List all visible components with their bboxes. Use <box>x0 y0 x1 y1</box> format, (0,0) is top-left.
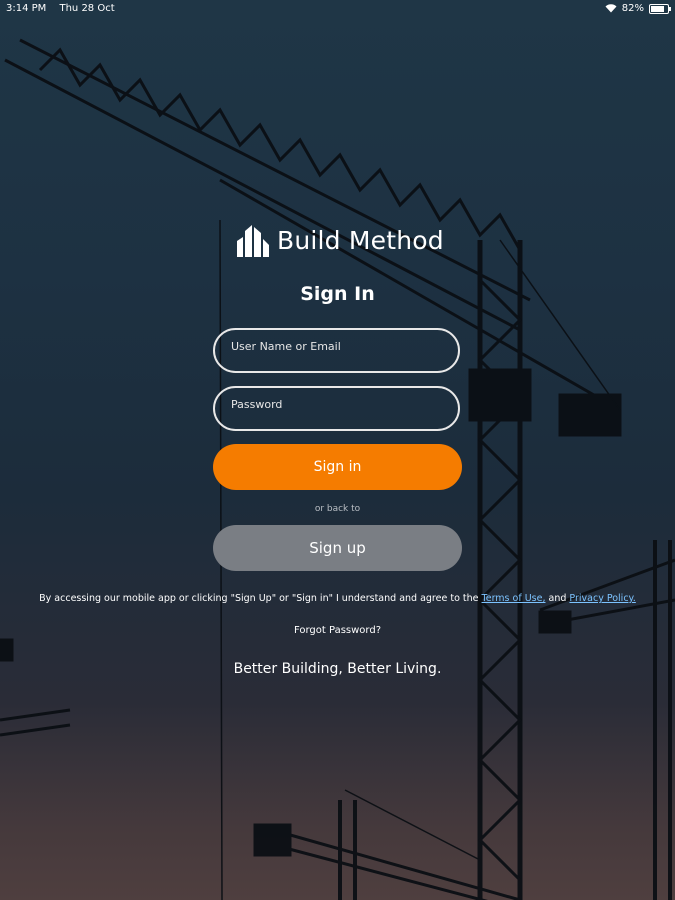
privacy-policy-link[interactable]: Privacy Policy. <box>569 593 635 604</box>
battery-percent: 82% <box>621 3 644 14</box>
legal-notice: By accessing our mobile app or clicking … <box>0 593 675 604</box>
sign-up-button[interactable]: Sign up <box>213 525 462 571</box>
wifi-icon <box>605 4 617 13</box>
or-back-to-text: or back to <box>314 504 361 514</box>
status-bar: 3:14 PM Thu 28 Oct 82% <box>0 0 675 18</box>
sign-in-button[interactable]: Sign in <box>213 444 462 490</box>
building-logo-icon <box>237 225 269 257</box>
username-input[interactable] <box>213 328 460 373</box>
brand-logo: Build Method <box>235 220 444 260</box>
status-date: Thu 28 Oct <box>59 3 115 14</box>
terms-of-use-link[interactable]: Terms of Use, <box>482 593 546 604</box>
legal-and: and <box>548 593 567 604</box>
tagline: Better Building, Better Living. <box>233 661 442 677</box>
brand-name: Build Method <box>277 225 444 255</box>
status-time: 3:14 PM <box>6 3 47 14</box>
legal-text: By accessing our mobile app or clicking … <box>39 593 479 604</box>
page-title: Sign In <box>300 283 375 305</box>
battery-icon <box>649 3 671 14</box>
forgot-password-link[interactable]: Forgot Password? <box>0 625 675 636</box>
password-input[interactable] <box>213 386 460 431</box>
